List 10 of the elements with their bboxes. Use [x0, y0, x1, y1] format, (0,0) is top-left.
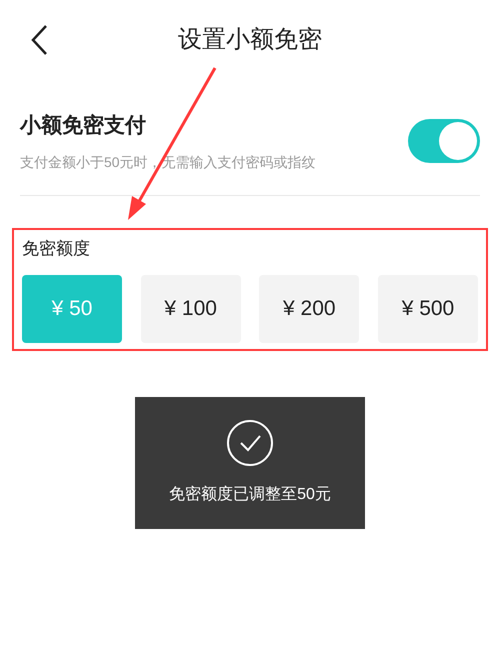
- back-icon[interactable]: [30, 24, 48, 56]
- setting-title: 小额免密支付: [20, 112, 147, 139]
- limit-label: 免密额度: [22, 238, 91, 260]
- check-icon: [226, 419, 274, 467]
- toast-message: 免密额度已调整至50元: [169, 484, 331, 505]
- amount-option[interactable]: ¥ 500: [378, 275, 478, 343]
- amount-option[interactable]: ¥ 200: [259, 275, 360, 343]
- amount-option[interactable]: ¥ 100: [140, 275, 241, 343]
- page-title: 设置小额免密: [178, 25, 322, 55]
- toggle-switch[interactable]: [408, 119, 480, 164]
